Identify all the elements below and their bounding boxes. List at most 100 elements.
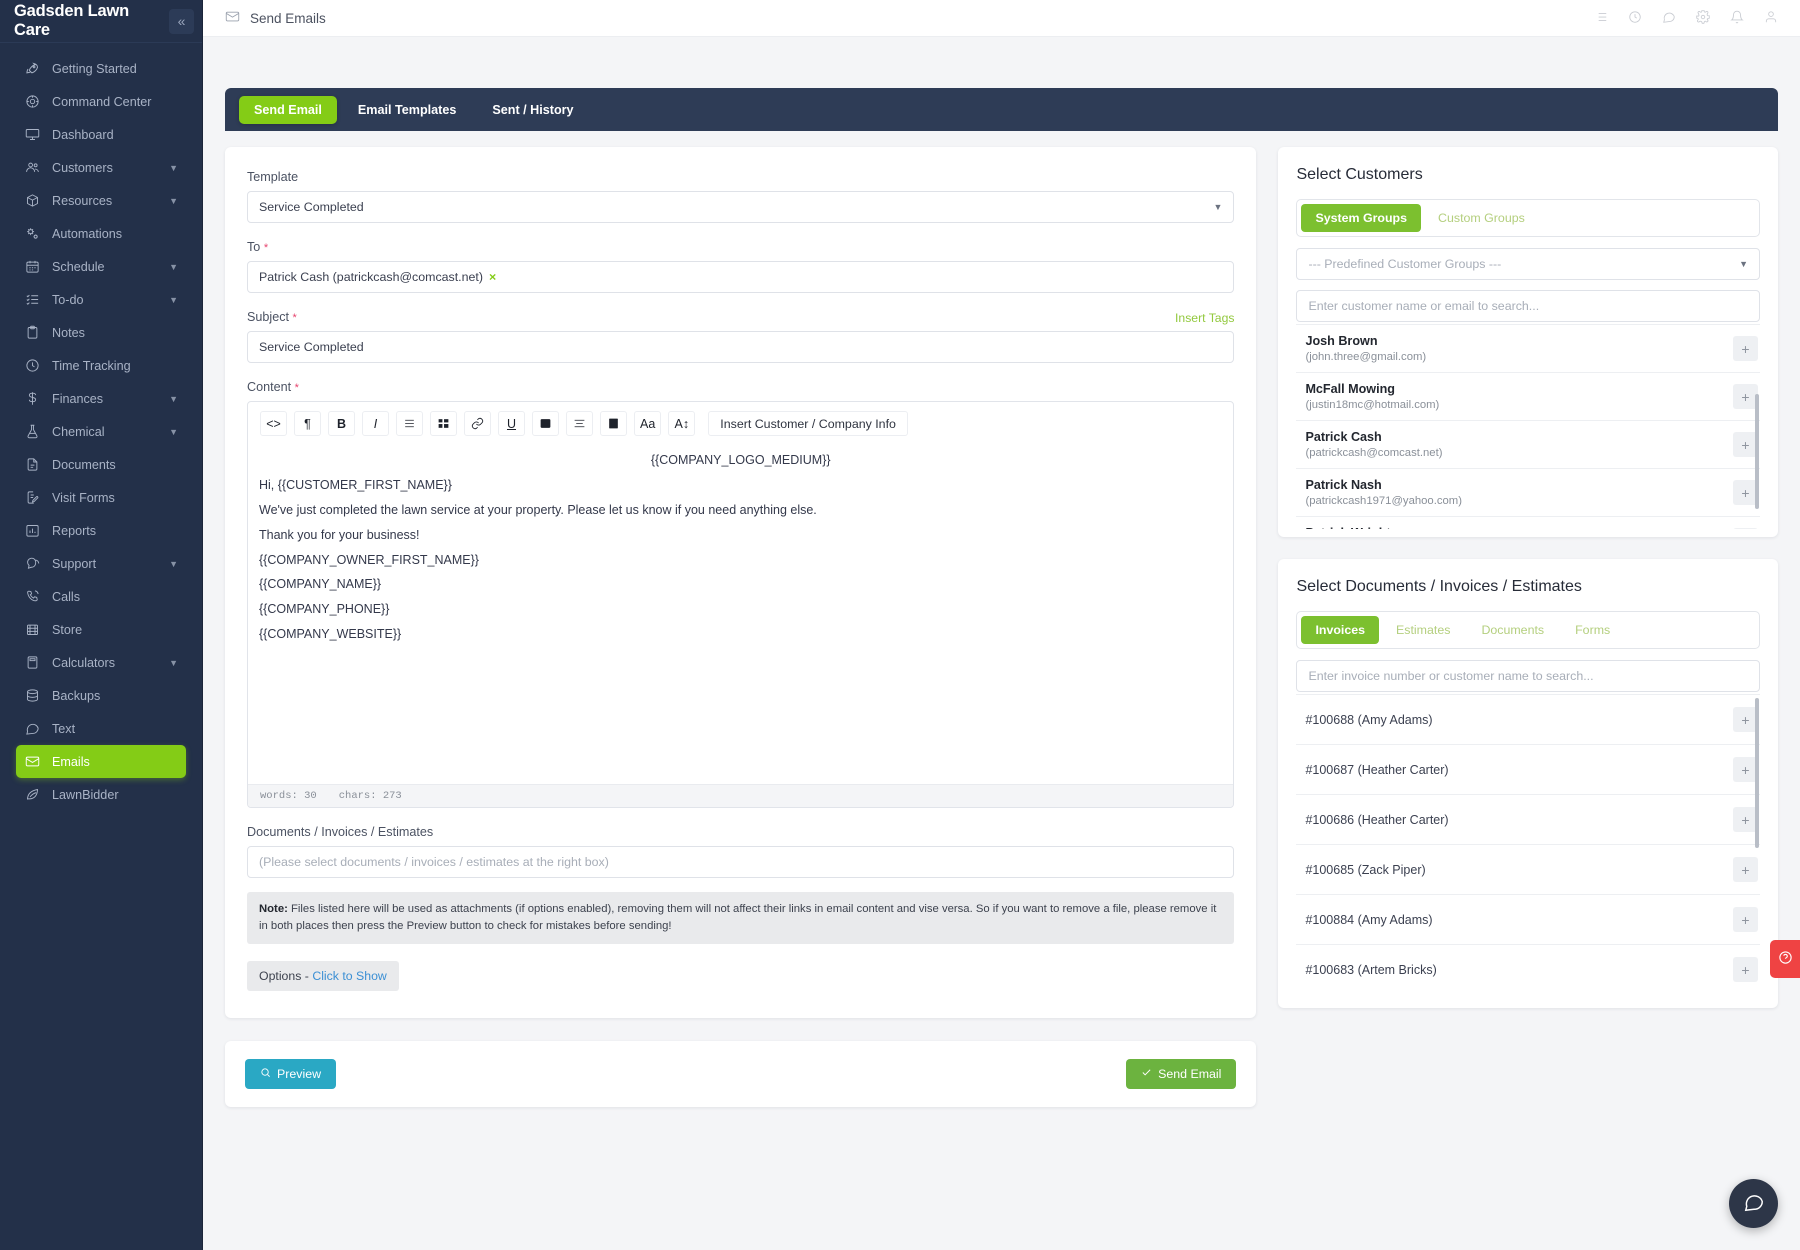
image-icon[interactable] <box>532 411 559 436</box>
subject-input[interactable]: Service Completed <box>247 331 1235 363</box>
tab-sent-history[interactable]: Sent / History <box>477 96 588 124</box>
insert-customer-company-info-button[interactable]: Insert Customer / Company Info <box>708 411 908 436</box>
invoice-list-item[interactable]: #100686 (Heather Carter) + <box>1296 795 1760 845</box>
options-show-link[interactable]: Click to Show <box>312 969 387 983</box>
add-invoice-button[interactable]: + <box>1733 907 1758 932</box>
customer-group-segments: System Groups Custom Groups <box>1296 199 1760 237</box>
sidebar-item-reports[interactable]: Reports <box>16 514 186 547</box>
document-tab-documents[interactable]: Documents <box>1467 616 1558 644</box>
invoice-list-item[interactable]: #100688 (Amy Adams) + <box>1296 695 1760 745</box>
predefined-groups-select[interactable]: --- Predefined Customer Groups --- ▼ <box>1296 248 1760 280</box>
customer-search-input[interactable]: Enter customer name or email to search..… <box>1296 290 1760 322</box>
sidebar-item-text[interactable]: Text <box>16 712 186 745</box>
editor-content[interactable]: {{COMPANY_LOGO_MEDIUM}} Hi, {{CUSTOMER_FI… <box>248 444 1233 784</box>
customer-list-item[interactable]: Patrick Wright(patrick@migrainenutrition… <box>1296 517 1760 529</box>
sidebar-item-support[interactable]: Support ▼ <box>16 547 186 580</box>
sidebar-item-documents[interactable]: Documents <box>16 448 186 481</box>
line-height-icon[interactable]: A↕ <box>668 411 696 436</box>
sidebar-item-chemical[interactable]: Chemical ▼ <box>16 415 186 448</box>
sidebar-item-calculators[interactable]: Calculators ▼ <box>16 646 186 679</box>
text-color-icon[interactable] <box>600 411 627 436</box>
gear-icon[interactable] <box>1695 9 1711 27</box>
help-button[interactable] <box>1770 940 1800 978</box>
predefined-groups-value[interactable]: --- Predefined Customer Groups --- <box>1296 248 1760 280</box>
customer-list-scrollbar[interactable] <box>1755 394 1759 509</box>
sidebar-item-dashboard[interactable]: Dashboard <box>16 118 186 151</box>
preview-button[interactable]: Preview <box>245 1058 337 1089</box>
customer-list-scroll[interactable]: Josh Brown (john.three@gmail.com) + McFall … <box>1296 324 1760 529</box>
invoice-list-item[interactable]: #100683 (Artem Bricks) + <box>1296 945 1760 994</box>
sidebar-item-lawnbidder[interactable]: LawnBidder <box>16 778 186 811</box>
table-icon[interactable] <box>430 411 457 436</box>
tab-email-templates[interactable]: Email Templates <box>343 96 471 124</box>
document-tab-invoices[interactable]: Invoices <box>1301 616 1380 644</box>
sidebar-item-customers[interactable]: Customers ▼ <box>16 151 186 184</box>
sidebar-item-label: Chemical <box>52 424 105 439</box>
chevron-down-icon[interactable]: ▼ <box>169 262 178 272</box>
customer-list-item[interactable]: Josh Brown (john.three@gmail.com) + <box>1296 325 1760 373</box>
invoice-list-item[interactable]: #100687 (Heather Carter) + <box>1296 745 1760 795</box>
customer-segment-custom-groups[interactable]: Custom Groups <box>1424 204 1539 232</box>
chevron-down-icon[interactable]: ▼ <box>169 394 178 404</box>
user-icon[interactable] <box>1764 10 1778 27</box>
customer-list-item[interactable]: Patrick Nash (patrickcash1971@yahoo.com) + <box>1296 469 1760 517</box>
template-select[interactable]: Service Completed ▼ <box>247 191 1235 223</box>
documents-input[interactable]: (Please select documents / invoices / es… <box>247 846 1235 878</box>
chevron-down-icon[interactable]: ▼ <box>169 559 178 569</box>
code-icon[interactable]: <> <box>260 411 287 436</box>
send-email-button[interactable]: Send Email <box>1126 1058 1237 1089</box>
add-customer-button[interactable]: + <box>1733 336 1758 361</box>
invoice-list-item[interactable]: #100884 (Amy Adams) + <box>1296 895 1760 945</box>
sidebar-item-time-tracking[interactable]: Time Tracking <box>16 349 186 382</box>
link-icon[interactable] <box>464 411 491 436</box>
document-tab-estimates[interactable]: Estimates <box>1382 616 1464 644</box>
history-icon[interactable] <box>1628 10 1642 27</box>
sidebar-item-backups[interactable]: Backups <box>16 679 186 712</box>
sidebar-item-notes[interactable]: Notes <box>16 316 186 349</box>
sidebar-item-calls[interactable]: Calls <box>16 580 186 613</box>
insert-tags-link[interactable]: Insert Tags <box>1175 311 1234 325</box>
remove-recipient-icon[interactable]: × <box>489 270 496 284</box>
add-customer-button[interactable]: + <box>1733 528 1758 529</box>
invoice-list-scrollbar[interactable] <box>1755 698 1759 848</box>
sidebar-item-finances[interactable]: Finances ▼ <box>16 382 186 415</box>
chevron-down-icon[interactable]: ▼ <box>169 658 178 668</box>
template-select-value[interactable]: Service Completed <box>247 191 1235 223</box>
chat-widget-button[interactable] <box>1729 1179 1778 1228</box>
font-size-icon[interactable]: Aa <box>634 411 662 436</box>
sidebar-item-automations[interactable]: Automations <box>16 217 186 250</box>
sidebar-item-store[interactable]: Store <box>16 613 186 646</box>
paragraph-icon[interactable]: ¶ <box>294 411 321 436</box>
underline-icon[interactable]: U <box>498 411 525 436</box>
invoice-search-input[interactable]: Enter invoice number or customer name to… <box>1296 660 1760 692</box>
customer-segment-system-groups[interactable]: System Groups <box>1301 204 1422 232</box>
comment-icon[interactable] <box>1662 10 1676 27</box>
bell-icon[interactable] <box>1730 10 1744 27</box>
sidebar-item-emails[interactable]: Emails <box>16 745 186 778</box>
customer-list-item[interactable]: Patrick Cash (patrickcash@comcast.net) + <box>1296 421 1760 469</box>
sidebar-item-getting-started[interactable]: Getting Started <box>16 52 186 85</box>
chevron-down-icon[interactable]: ▼ <box>169 295 178 305</box>
bullet-list-icon[interactable] <box>396 411 423 436</box>
tab-send-email[interactable]: Send Email <box>239 95 337 124</box>
bold-icon[interactable]: B <box>328 411 355 436</box>
options-toggle[interactable]: Options - Click to Show <box>247 960 399 991</box>
sidebar-item-to-do[interactable]: To-do ▼ <box>16 283 186 316</box>
sidebar-item-command-center[interactable]: Command Center <box>16 85 186 118</box>
add-invoice-button[interactable]: + <box>1733 857 1758 882</box>
sidebar-item-schedule[interactable]: Schedule ▼ <box>16 250 186 283</box>
list-icon[interactable] <box>1594 10 1608 27</box>
customer-list-item[interactable]: McFall Mowing (justin18mc@hotmail.com) + <box>1296 373 1760 421</box>
invoice-list-item[interactable]: #100685 (Zack Piper) + <box>1296 845 1760 895</box>
italic-icon[interactable]: I <box>362 411 389 436</box>
chevron-double-left-icon[interactable]: « <box>169 8 194 34</box>
sidebar-item-visit-forms[interactable]: Visit Forms <box>16 481 186 514</box>
add-invoice-button[interactable]: + <box>1733 957 1758 982</box>
chevron-down-icon[interactable]: ▼ <box>169 427 178 437</box>
document-tab-forms[interactable]: Forms <box>1561 616 1624 644</box>
chevron-down-icon[interactable]: ▼ <box>169 196 178 206</box>
align-icon[interactable] <box>566 411 593 436</box>
chevron-down-icon[interactable]: ▼ <box>169 163 178 173</box>
to-input[interactable]: Patrick Cash (patrickcash@comcast.net) × <box>247 261 1235 293</box>
sidebar-item-resources[interactable]: Resources ▼ <box>16 184 186 217</box>
